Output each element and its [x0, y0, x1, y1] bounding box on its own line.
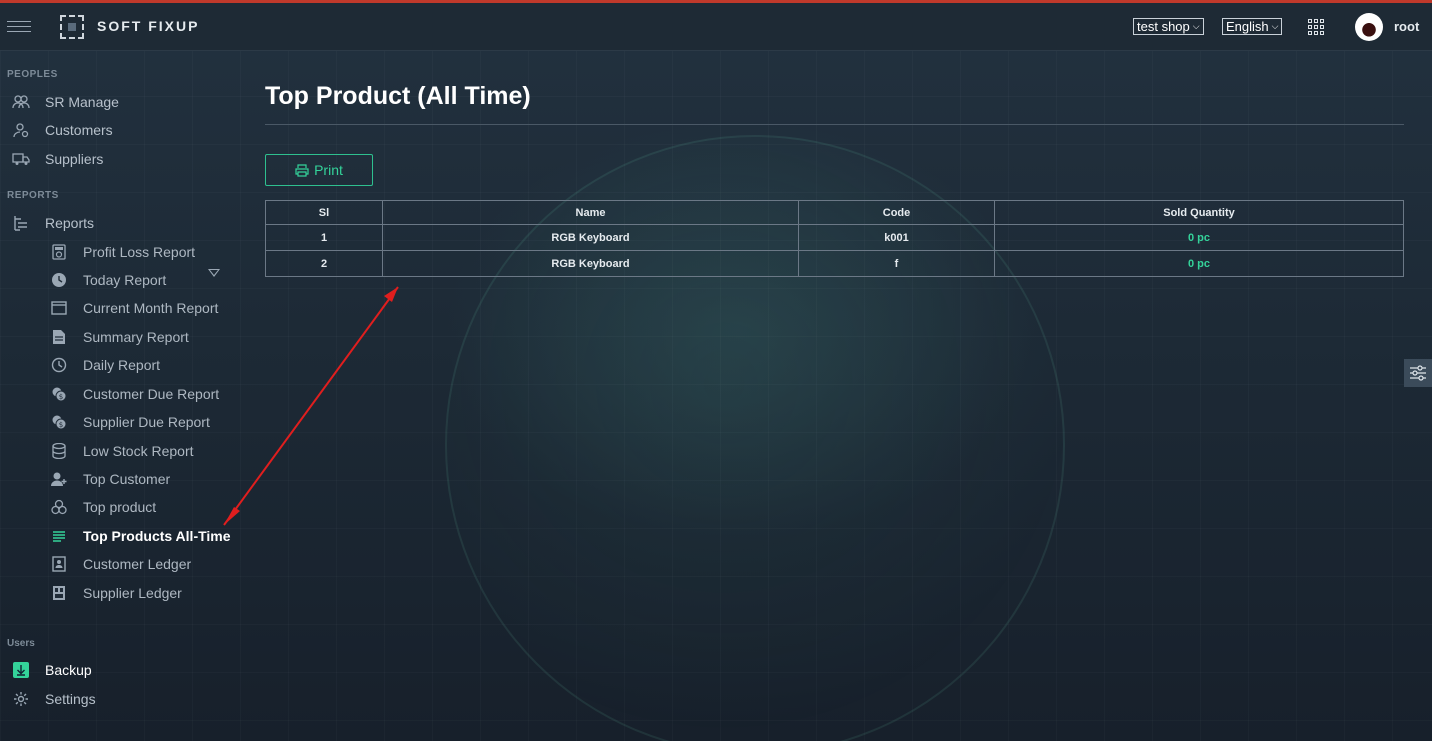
annotation-arrowhead-bottom	[224, 507, 240, 525]
annotation-arrowhead-top	[384, 287, 398, 302]
annotation-overlay	[223, 286, 399, 526]
annotation-arrow-line	[223, 286, 399, 526]
